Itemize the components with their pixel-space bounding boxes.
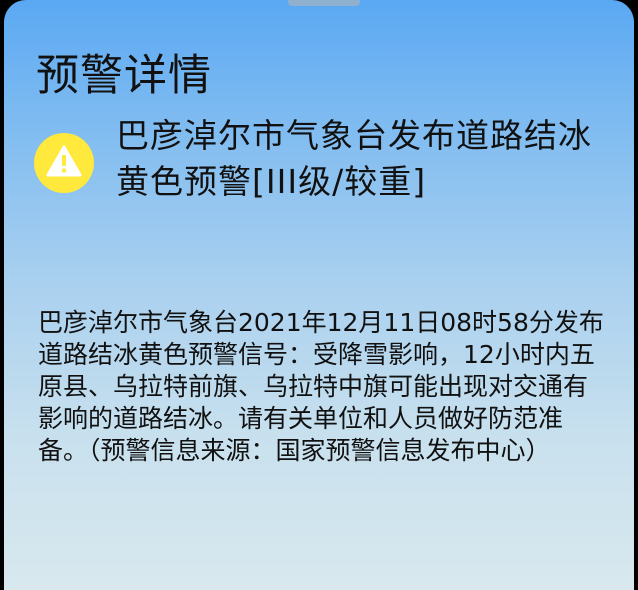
warning-description: 巴彦淖尔市气象台2021年12月11日08时58分发布道路结冰黄色预警信号：受降… [38,307,610,467]
warning-detail-sheet: 预警详情 巴彦淖尔市气象台发布道路结冰黄色预警[III级/较重] 巴彦淖尔市气象… [4,0,634,590]
drag-handle[interactable] [288,0,360,6]
warning-source: （预警信息来源：国家预警信息发布中心） [88,436,551,465]
warning-triangle-icon [34,133,94,193]
warning-headline: 巴彦淖尔市气象台发布道路结冰黄色预警[III级/较重] [116,116,592,201]
page-title: 预警详情 [36,51,212,101]
screen: 预警详情 巴彦淖尔市气象台发布道路结冰黄色预警[III级/较重] 巴彦淖尔市气象… [0,0,638,590]
